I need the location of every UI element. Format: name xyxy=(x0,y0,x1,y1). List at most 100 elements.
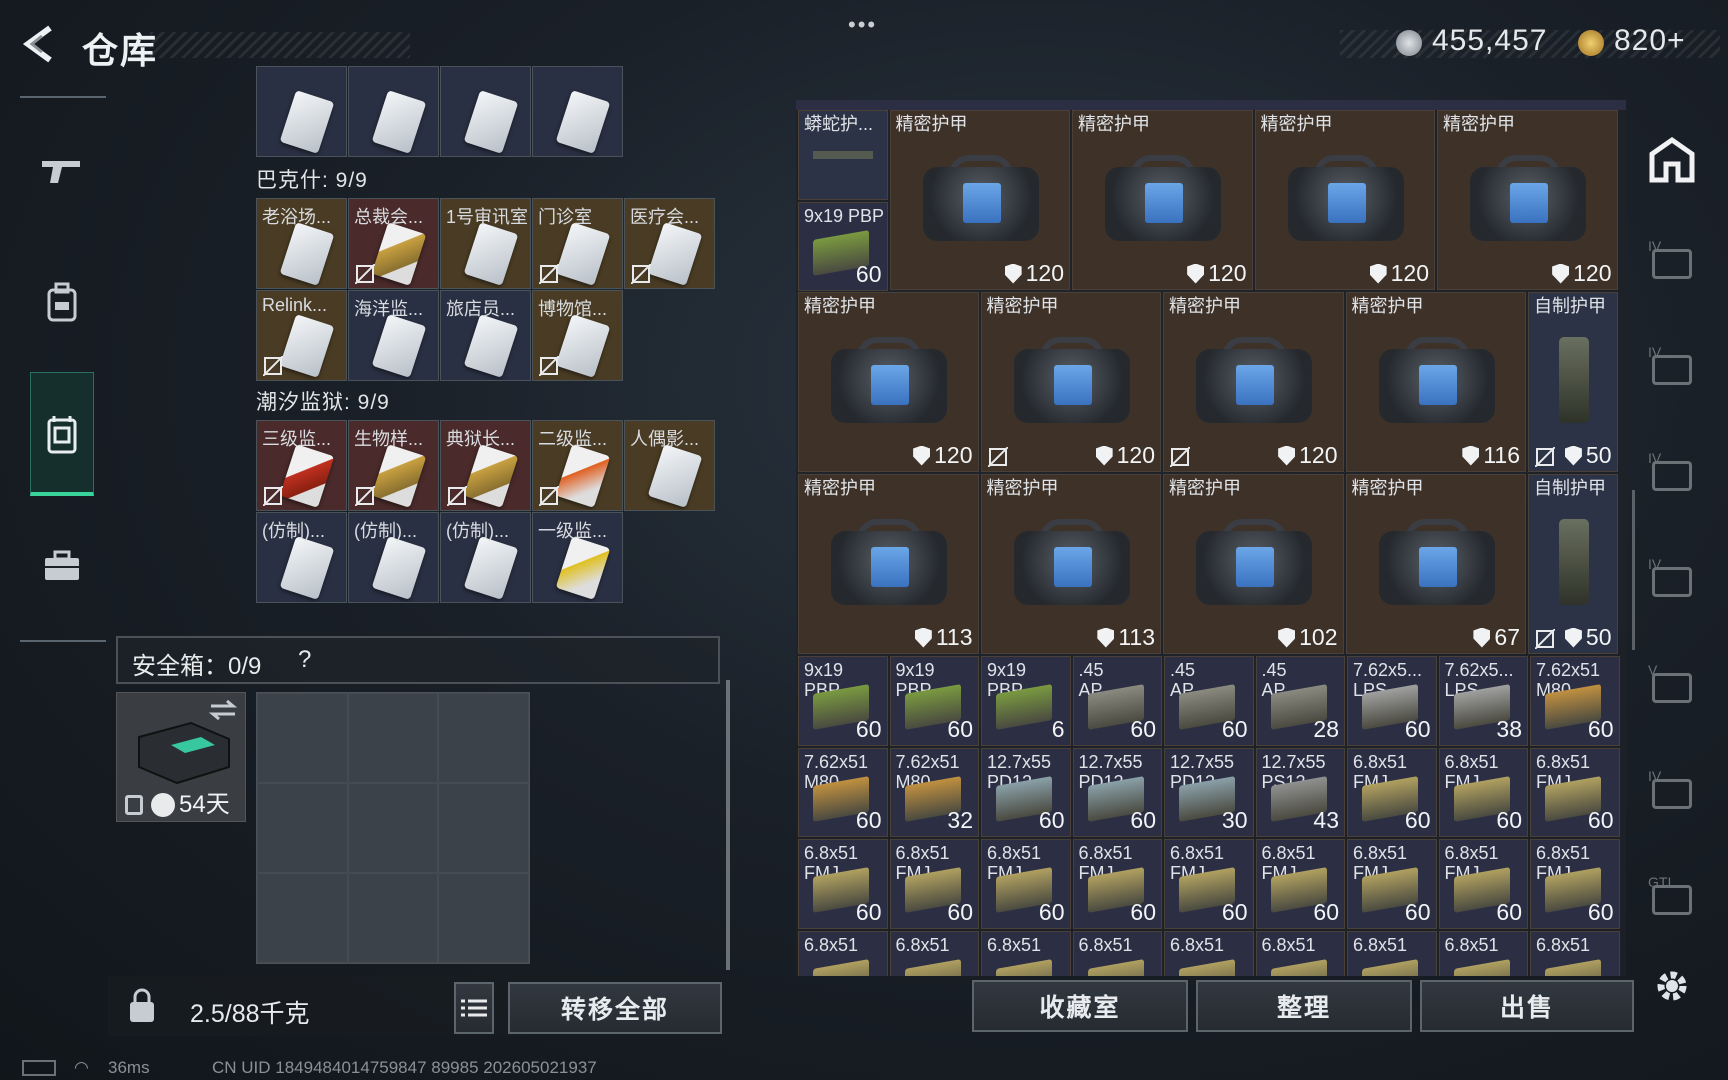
left-scrollbar[interactable] xyxy=(726,680,730,970)
keycard-slot[interactable]: 一级监... xyxy=(532,512,623,603)
inventory-item[interactable]: .45 AP 60 xyxy=(1072,656,1162,746)
warehouse-grid[interactable]: 蟒蛇护... 9x19 PBP 60 精密护甲 120 精密护甲 120 精密护甲 120 精密护… xyxy=(796,100,1626,976)
list-view-button[interactable] xyxy=(454,982,494,1034)
sell-button[interactable]: 出售 xyxy=(1420,980,1634,1032)
transfer-all-button[interactable]: 转移全部 xyxy=(508,982,722,1034)
inventory-item[interactable]: 精密护甲 120 xyxy=(1163,292,1344,472)
right-scrollbar[interactable] xyxy=(1632,490,1635,650)
category-tab-icon[interactable]: IV xyxy=(1644,554,1700,610)
keycard-slot[interactable] xyxy=(532,66,623,157)
inventory-item[interactable]: 精密护甲 120 xyxy=(1254,110,1435,290)
inventory-item[interactable]: 12.7x55 PD12 30 xyxy=(1164,747,1254,837)
inventory-item[interactable]: 6.8x51 xyxy=(798,930,888,976)
inventory-item[interactable]: .45 AP 28 xyxy=(1255,656,1345,746)
inventory-item[interactable]: 6.8x51 FMJ 60 xyxy=(1347,747,1437,837)
keycard-slot[interactable]: Relink... xyxy=(256,290,347,381)
inventory-item[interactable]: 6.8x51 FMJ 60 xyxy=(798,839,888,929)
inventory-item[interactable]: 9x19 PBP 6 xyxy=(981,656,1071,746)
inventory-item[interactable]: 6.8x51 FMJ 60 xyxy=(889,839,979,929)
inventory-item[interactable]: 6.8x51 xyxy=(1438,930,1528,976)
keycard-slot[interactable] xyxy=(440,66,531,157)
inventory-item[interactable]: 12.7x55 PD12 60 xyxy=(981,747,1071,837)
inventory-item[interactable]: 6.8x51 FMJ 60 xyxy=(1530,839,1620,929)
inventory-item[interactable]: 6.8x51 xyxy=(889,930,979,976)
vest-icon[interactable] xyxy=(30,402,94,466)
swap-icon[interactable] xyxy=(209,699,237,721)
inventory-item[interactable]: 蟒蛇护... xyxy=(798,110,888,200)
inventory-item[interactable]: 6.8x51 xyxy=(1072,930,1162,976)
currency-premium[interactable]: 820+ xyxy=(1614,24,1686,58)
safebox-grid[interactable] xyxy=(256,692,530,964)
warehouse-icon[interactable] xyxy=(1644,132,1700,188)
weapon-icon[interactable] xyxy=(30,138,94,202)
inventory-item[interactable]: 12.7x55 PD12 60 xyxy=(1072,747,1162,837)
inventory-item[interactable]: 6.8x51 FMJ 60 xyxy=(1438,747,1528,837)
keycard-slot[interactable]: 门诊室 xyxy=(532,198,623,289)
keycard-slot[interactable]: (仿制)... xyxy=(348,512,439,603)
inventory-item[interactable]: 6.8x51 xyxy=(1164,930,1254,976)
inventory-item[interactable]: 12.7x55 PS12 43 xyxy=(1255,747,1345,837)
keycard-slot[interactable]: 总裁会... xyxy=(348,198,439,289)
inventory-item[interactable]: 精密护甲 113 xyxy=(798,474,979,654)
inventory-item[interactable]: 9x19 PBP 60 xyxy=(889,656,979,746)
inventory-item[interactable]: 6.8x51 FMJ 60 xyxy=(1347,839,1437,929)
inventory-item[interactable]: 7.62x5... LPS 60 xyxy=(1347,656,1437,746)
inventory-item[interactable]: 精密护甲 67 xyxy=(1345,474,1526,654)
keycard-slot[interactable]: 典狱长... xyxy=(440,420,531,511)
category-tab-icon[interactable]: IV xyxy=(1644,236,1700,292)
inventory-item[interactable]: 自制护甲 50 xyxy=(1528,292,1618,472)
keycard-slot[interactable]: (仿制)... xyxy=(256,512,347,603)
keycard-slot[interactable]: 旅店员... xyxy=(440,290,531,381)
inventory-item[interactable]: 精密护甲 120 xyxy=(798,292,979,472)
category-tab-icon[interactable]: IV xyxy=(1644,448,1700,504)
category-tab-icon[interactable]: GTI xyxy=(1644,872,1700,928)
inventory-item[interactable]: 6.8x51 FMJ 60 xyxy=(1072,839,1162,929)
keycard-slot[interactable]: 三级监... xyxy=(256,420,347,511)
inventory-item[interactable]: 自制护甲 50 xyxy=(1528,474,1618,654)
keycard-slot[interactable]: 人偶影... xyxy=(624,420,715,511)
settings-gear-icon[interactable] xyxy=(1644,958,1700,1014)
inventory-item[interactable]: 精密护甲 113 xyxy=(980,474,1161,654)
keycard-slot[interactable]: 老浴场... xyxy=(256,198,347,289)
inventory-item[interactable]: 6.8x51 FMJ 60 xyxy=(1255,839,1345,929)
inventory-item[interactable]: 7.62x51 M80 32 xyxy=(889,747,979,837)
inventory-item[interactable]: .45 AP 60 xyxy=(1164,656,1254,746)
inventory-item[interactable]: 6.8x51 FMJ 60 xyxy=(1164,839,1254,929)
inventory-item[interactable]: 精密护甲 120 xyxy=(980,292,1161,472)
keycard-slot[interactable]: 博物馆... xyxy=(532,290,623,381)
inventory-item[interactable]: 精密护甲 120 xyxy=(1072,110,1253,290)
help-icon[interactable]: ? xyxy=(298,646,311,674)
back-arrow-icon[interactable] xyxy=(20,22,60,66)
collection-room-button[interactable]: 收藏室 xyxy=(972,980,1188,1032)
inventory-item[interactable]: 6.8x51 xyxy=(1347,930,1437,976)
inventory-item[interactable]: 6.8x51 xyxy=(981,930,1071,976)
category-tab-icon[interactable]: IV xyxy=(1644,342,1700,398)
inventory-item[interactable]: 9x19 PBP 60 xyxy=(798,201,888,291)
menu-dots[interactable]: ••• xyxy=(848,12,877,38)
keycard-slot[interactable]: 医疗会... xyxy=(624,198,715,289)
inventory-item[interactable]: 精密护甲 120 xyxy=(1437,110,1618,290)
keycard-slot[interactable]: 1号审讯室 xyxy=(440,198,531,289)
briefcase-icon[interactable] xyxy=(30,534,94,598)
inventory-item[interactable]: 7.62x51 M80 60 xyxy=(798,747,888,837)
inventory-item[interactable]: 9x19 PBP 60 xyxy=(798,656,888,746)
inventory-item[interactable]: 6.8x51 FMJ 60 xyxy=(1530,747,1620,837)
category-tab-icon[interactable]: IV xyxy=(1644,766,1700,822)
category-tab-icon[interactable]: V xyxy=(1644,660,1700,716)
keycard-slot[interactable]: 海洋监... xyxy=(348,290,439,381)
keycard-slot[interactable]: 二级监... xyxy=(532,420,623,511)
backpack-icon[interactable] xyxy=(30,270,94,334)
keycard-slot[interactable]: 生物样... xyxy=(348,420,439,511)
inventory-item[interactable]: 6.8x51 xyxy=(1255,930,1345,976)
inventory-item[interactable]: 6.8x51 FMJ 60 xyxy=(1438,839,1528,929)
sort-button[interactable]: 整理 xyxy=(1196,980,1412,1032)
keycard-slot[interactable] xyxy=(256,66,347,157)
inventory-item[interactable]: 7.62x5... LPS 38 xyxy=(1438,656,1528,746)
inventory-item[interactable]: 6.8x51 FMJ 60 xyxy=(981,839,1071,929)
inventory-item[interactable]: 精密护甲 102 xyxy=(1163,474,1344,654)
keycard-slot[interactable] xyxy=(348,66,439,157)
inventory-item[interactable]: 6.8x51 xyxy=(1530,930,1620,976)
inventory-item[interactable]: 7.62x51 M80 60 xyxy=(1530,656,1620,746)
safebox-container[interactable]: 54天 xyxy=(116,692,246,822)
inventory-item[interactable]: 精密护甲 116 xyxy=(1345,292,1526,472)
